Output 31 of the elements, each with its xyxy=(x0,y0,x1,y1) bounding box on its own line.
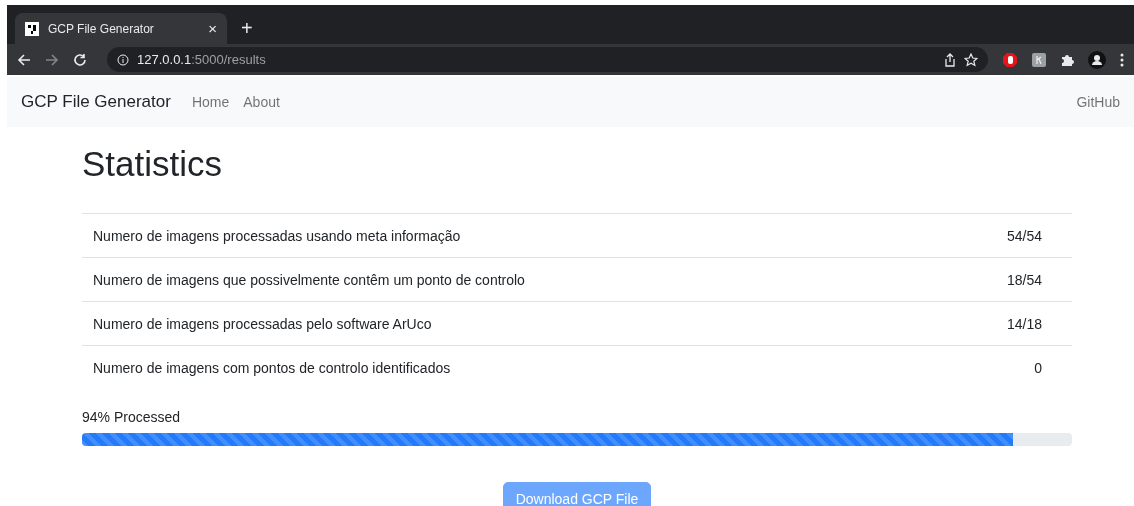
table-cell: 14/18 xyxy=(929,301,1072,346)
share-icon[interactable] xyxy=(944,52,956,67)
puzzle-icon[interactable] xyxy=(1060,52,1074,67)
brand-name[interactable]: GCP File Generator xyxy=(21,92,171,112)
table-cell: Numero de imagens processadas usando meta informação xyxy=(82,213,930,258)
progress-label: 94% Processed xyxy=(82,409,182,425)
menu-icon[interactable] xyxy=(1120,52,1124,67)
star-icon[interactable] xyxy=(964,52,978,67)
extension-icon[interactable] xyxy=(1032,52,1046,67)
nav-link[interactable]: About xyxy=(243,94,280,110)
forward-icon[interactable] xyxy=(45,52,59,67)
profile-icon[interactable] xyxy=(1088,50,1106,69)
table-cell: Numero de imagens processadas pelo software ArUco xyxy=(82,301,930,346)
nav-link[interactable]: GitHub xyxy=(1076,94,1120,110)
tab-title: GCP File Generator xyxy=(48,21,155,36)
address-bar[interactable]: 127.0.0.1:5000/results xyxy=(107,47,988,72)
table-cell: 18/54 xyxy=(929,257,1072,302)
table-cell: 0 xyxy=(929,345,1072,389)
table-cell: Numero de imagens que possivelmente contêm um ponto de controlo xyxy=(82,257,930,302)
page-heading: Statistics xyxy=(82,143,224,185)
reload-icon[interactable] xyxy=(73,52,87,67)
back-icon[interactable] xyxy=(17,52,31,67)
info-icon xyxy=(117,53,129,66)
new-tab-button[interactable]: + xyxy=(241,17,253,40)
app-logo-icon xyxy=(25,21,39,36)
close-tab-button[interactable]: × xyxy=(208,20,217,37)
url-text: 127.0.0.1:5000/results xyxy=(137,52,266,67)
table-cell: 54/54 xyxy=(929,213,1072,258)
browser-tab[interactable]: GCP File Generator × xyxy=(15,13,227,44)
table-cell: Numero de imagens com pontos de controlo identificados xyxy=(82,345,930,389)
nav-link[interactable]: Home xyxy=(191,94,230,110)
